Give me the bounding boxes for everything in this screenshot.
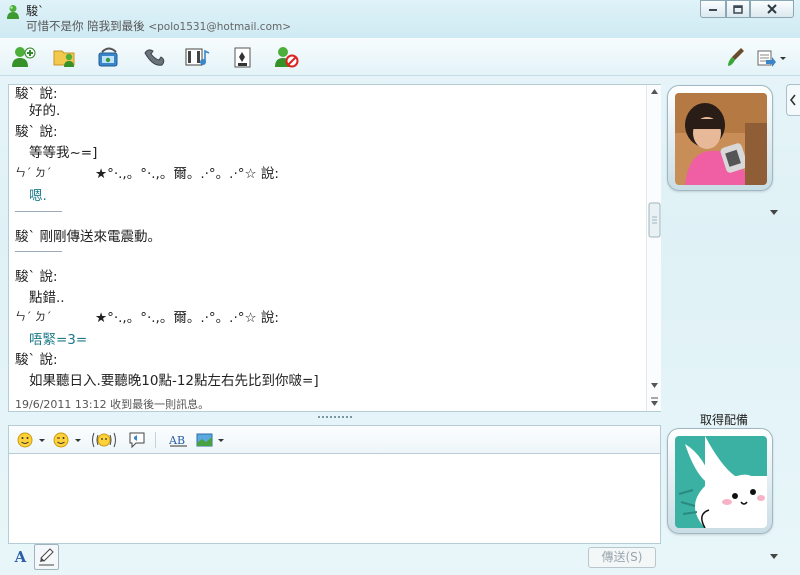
paintbrush-icon[interactable] bbox=[726, 45, 746, 69]
svg-text:AB: AB bbox=[169, 434, 185, 447]
message-separator bbox=[15, 211, 62, 212]
contact-name: 駿` bbox=[26, 4, 45, 18]
sender-line: 駿` 說: bbox=[15, 269, 58, 285]
sender-nickname-line: ㄣˊ ㄉˊ bbox=[15, 166, 52, 179]
conversation-history[interactable]: 駿` 說: 好的. 駿` 說: 等等我~=] ㄣˊ ㄉˊ ★°‧.,。°‧.,。… bbox=[8, 84, 661, 412]
personal-message-text: 可惜不是你 陪我到最後 bbox=[26, 19, 145, 33]
share-files-icon[interactable] bbox=[52, 45, 78, 69]
contact-picture-menu-arrow-icon[interactable] bbox=[770, 210, 778, 215]
wink-icon[interactable] bbox=[53, 431, 83, 449]
toolbar-divider bbox=[155, 432, 156, 448]
handwriting-mode-button[interactable] bbox=[34, 544, 59, 570]
maximize-icon bbox=[733, 4, 743, 14]
message-line: 點錯.. bbox=[29, 290, 65, 306]
pane-splitter[interactable] bbox=[318, 416, 352, 420]
nudge-notice: 駿` 剛剛傳送來電震動。 bbox=[15, 229, 162, 245]
pen-icon bbox=[39, 548, 54, 566]
message-line: 嗯. bbox=[29, 188, 47, 204]
block-contact-icon[interactable] bbox=[273, 45, 299, 69]
emoticon-icon[interactable] bbox=[17, 431, 47, 449]
close-button[interactable] bbox=[750, 0, 794, 18]
scroll-up-arrow-icon[interactable] bbox=[651, 89, 658, 94]
message-separator bbox=[15, 251, 62, 252]
contact-personal-message: 可惜不是你 陪我到最後 <polo1531@hotmail.com> bbox=[26, 18, 291, 34]
menu-icon[interactable] bbox=[756, 45, 788, 69]
invite-contact-icon[interactable] bbox=[10, 45, 36, 69]
background-icon[interactable] bbox=[196, 431, 226, 449]
my-photo bbox=[675, 436, 767, 528]
sender-line: ★°‧.,。°‧.,。爾。.‧°。.‧°☆ 說: bbox=[95, 166, 279, 182]
sender-nickname-line: ㄣˊ ㄉˊ bbox=[15, 310, 52, 323]
history-scrollbar[interactable] bbox=[646, 85, 661, 411]
online-status-icon bbox=[7, 5, 19, 19]
minimize-icon bbox=[709, 9, 717, 11]
title-bar: 駿` 可惜不是你 陪我到最後 <polo1531@hotmail.com> bbox=[0, 0, 800, 38]
sidebar-toggle[interactable] bbox=[786, 84, 800, 116]
close-icon bbox=[767, 4, 777, 14]
voice-clip-icon[interactable] bbox=[127, 431, 147, 449]
games-icon[interactable] bbox=[230, 45, 256, 69]
contact-photo bbox=[675, 93, 767, 185]
handwriting-icon[interactable]: AB bbox=[169, 431, 189, 449]
call-icon[interactable] bbox=[141, 45, 167, 69]
get-accessories-link[interactable]: 取得配備 bbox=[672, 411, 776, 428]
my-display-picture[interactable] bbox=[667, 428, 773, 534]
sender-line: 駿` 說: bbox=[15, 352, 58, 368]
last-message-timestamp: 19/6/2011 13:12 收到最後一則訊息。 bbox=[15, 398, 210, 411]
message-line: 唔緊=3= bbox=[29, 332, 88, 348]
message-line: 如果聽日入.要聽晚10點-12點左右先比到你啵=] bbox=[29, 373, 319, 389]
scrollbar-graphic bbox=[648, 89, 661, 406]
font-button[interactable]: A bbox=[8, 544, 33, 570]
send-button[interactable]: 傳送(S) bbox=[588, 547, 656, 568]
nudge-icon[interactable] bbox=[91, 430, 117, 450]
scroll-down-arrow-icon[interactable] bbox=[651, 383, 658, 388]
sender-line: 駿` 說: bbox=[15, 124, 58, 140]
contact-display-picture[interactable] bbox=[667, 85, 773, 191]
minimize-button[interactable] bbox=[700, 0, 726, 18]
conversation-toolbar bbox=[0, 38, 800, 76]
message-input[interactable] bbox=[8, 453, 661, 544]
maximize-button[interactable] bbox=[726, 0, 750, 18]
activities-icon[interactable] bbox=[184, 45, 210, 69]
video-call-icon[interactable] bbox=[96, 45, 122, 69]
compose-toolbar: AB bbox=[8, 425, 661, 453]
sender-line: ★°‧.,。°‧.,。爾。.‧°。.‧°☆ 說: bbox=[95, 310, 279, 326]
contact-email: <polo1531@hotmail.com> bbox=[148, 21, 292, 33]
message-line: 好的. bbox=[29, 103, 61, 119]
scroll-end-arrow-icon[interactable] bbox=[651, 401, 658, 406]
my-picture-menu-arrow-icon[interactable] bbox=[770, 554, 778, 559]
chevron-left-icon bbox=[789, 94, 796, 106]
message-line: 等等我~=] bbox=[29, 145, 98, 161]
compose-bottom-bar: A 傳送(S) bbox=[8, 544, 661, 572]
